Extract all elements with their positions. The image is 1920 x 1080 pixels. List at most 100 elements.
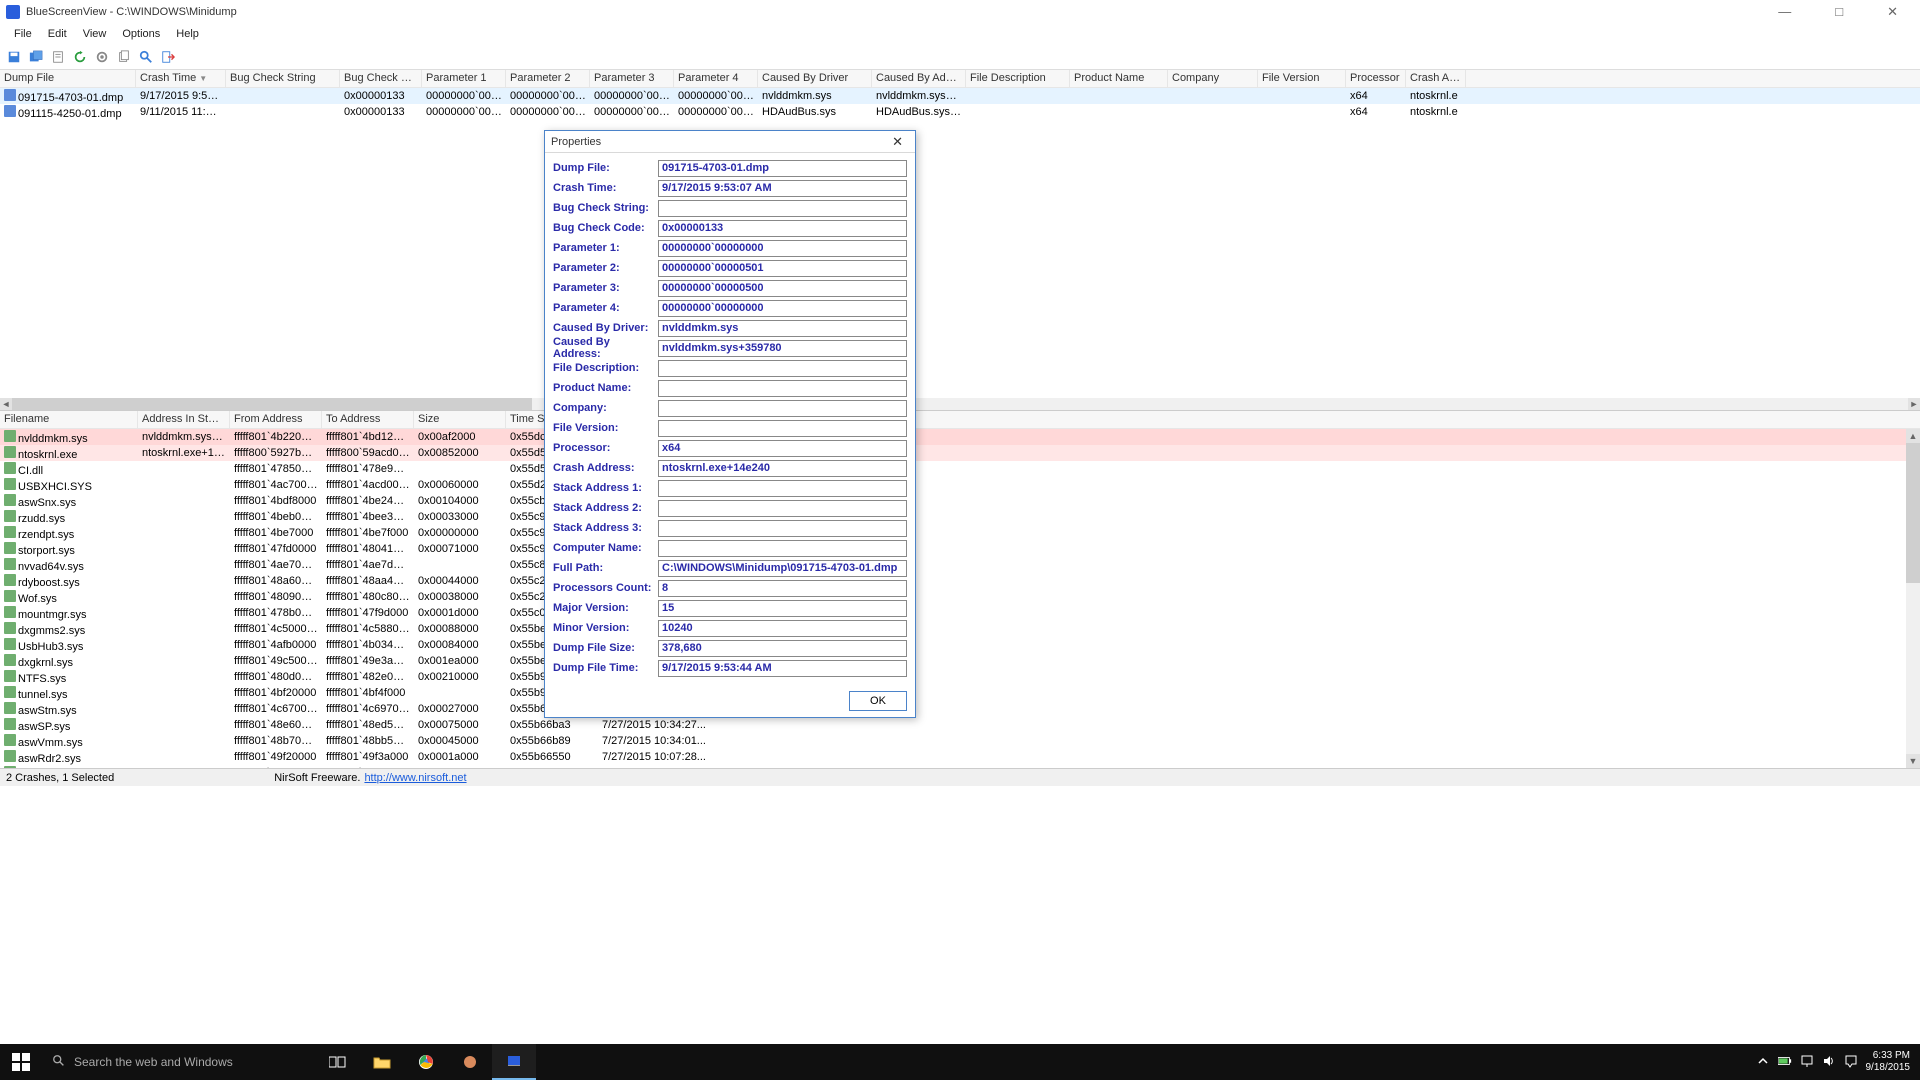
- property-value[interactable]: ntoskrnl.exe+14e240: [658, 460, 907, 477]
- property-value[interactable]: [658, 500, 907, 517]
- dump-list-header[interactable]: Dump FileCrash Time▼Bug Check StringBug …: [0, 70, 1920, 88]
- menu-options[interactable]: Options: [114, 26, 168, 42]
- table-row[interactable]: USBXHCI.SYSfffff801`4ac70000fffff801`4ac…: [0, 477, 1920, 493]
- column-header[interactable]: Dump File: [0, 70, 136, 87]
- column-header[interactable]: Address In Stack: [138, 411, 230, 428]
- table-row[interactable]: nvlddmkm.sysnvlddmkm.sys+35...fffff801`4…: [0, 429, 1920, 445]
- table-row[interactable]: rzendpt.sysfffff801`4be7000fffff801`4be7…: [0, 525, 1920, 541]
- property-value[interactable]: [658, 520, 907, 537]
- vertical-scrollbar[interactable]: ▲ ▼: [1906, 429, 1920, 768]
- toolbar-save-selected-icon[interactable]: [26, 47, 46, 67]
- menu-edit[interactable]: Edit: [40, 26, 75, 42]
- table-row[interactable]: aswSP.sysfffff801`48e60000fffff801`48ed5…: [0, 717, 1920, 733]
- dialog-close-icon[interactable]: ✕: [886, 134, 909, 150]
- column-header[interactable]: Parameter 4: [674, 70, 758, 87]
- table-row[interactable]: mountmgr.sysfffff801`478b0000fffff801`47…: [0, 605, 1920, 621]
- close-window-button[interactable]: ✕: [1879, 4, 1906, 20]
- column-header[interactable]: Filename: [0, 411, 138, 428]
- property-value[interactable]: [658, 400, 907, 417]
- column-header[interactable]: Bug Check String: [226, 70, 340, 87]
- taskbar-search[interactable]: Search the web and Windows: [42, 1047, 312, 1077]
- property-value[interactable]: [658, 380, 907, 397]
- property-value[interactable]: [658, 360, 907, 377]
- column-header[interactable]: Parameter 2: [506, 70, 590, 87]
- column-header[interactable]: Crash Add: [1406, 70, 1466, 87]
- column-header[interactable]: From Address: [230, 411, 322, 428]
- table-row[interactable]: rdyboost.sysfffff801`48a60000fffff801`48…: [0, 573, 1920, 589]
- ok-button[interactable]: OK: [849, 691, 907, 711]
- table-row[interactable]: aswRdr2.sysfffff801`49f20000fffff801`49f…: [0, 749, 1920, 765]
- column-header[interactable]: Bug Check Code: [340, 70, 422, 87]
- task-view-icon[interactable]: [316, 1044, 360, 1080]
- scroll-thumb[interactable]: [12, 398, 532, 410]
- table-row[interactable]: Wof.sysfffff801`48090000fffff801`480c800…: [0, 589, 1920, 605]
- scroll-down-icon[interactable]: ▼: [1906, 754, 1920, 768]
- file-explorer-icon[interactable]: [360, 1044, 404, 1080]
- property-value[interactable]: 378,680: [658, 640, 907, 657]
- column-header[interactable]: File Version: [1258, 70, 1346, 87]
- table-row[interactable]: dxgmms2.sysfffff801`4c500000fffff801`4c5…: [0, 621, 1920, 637]
- property-value[interactable]: 8: [658, 580, 907, 597]
- menu-help[interactable]: Help: [168, 26, 207, 42]
- column-header[interactable]: Company: [1168, 70, 1258, 87]
- property-value[interactable]: [658, 480, 907, 497]
- scroll-up-icon[interactable]: ▲: [1906, 429, 1920, 443]
- menu-view[interactable]: View: [75, 26, 115, 42]
- maximize-button[interactable]: □: [1827, 4, 1851, 20]
- column-header[interactable]: Product Name: [1070, 70, 1168, 87]
- toolbar-find-icon[interactable]: [136, 47, 156, 67]
- toolbar-refresh-icon[interactable]: [70, 47, 90, 67]
- property-value[interactable]: nvlddmkm.sys+359780: [658, 340, 907, 357]
- table-row[interactable]: 091715-4703-01.dmp9/17/2015 9:53:07 ...0…: [0, 88, 1920, 104]
- toolbar-copy-icon[interactable]: [114, 47, 134, 67]
- property-value[interactable]: [658, 200, 907, 217]
- property-value[interactable]: 15: [658, 600, 907, 617]
- column-header[interactable]: Caused By Address: [872, 70, 966, 87]
- column-header[interactable]: To Address: [322, 411, 414, 428]
- column-header[interactable]: Parameter 3: [590, 70, 674, 87]
- table-row[interactable]: nvvad64v.sysfffff801`4ae70000fffff801`4a…: [0, 557, 1920, 573]
- property-value[interactable]: 00000000`00000500: [658, 280, 907, 297]
- table-row[interactable]: tunnel.sysfffff801`4bf20000fffff801`4bf4…: [0, 685, 1920, 701]
- property-value[interactable]: 091715-4703-01.dmp: [658, 160, 907, 177]
- property-value[interactable]: nvlddmkm.sys: [658, 320, 907, 337]
- tray-battery-icon[interactable]: [1778, 1054, 1792, 1071]
- tray-network-icon[interactable]: [1800, 1054, 1814, 1071]
- horizontal-scrollbar[interactable]: ◄ ►: [0, 398, 1920, 410]
- table-row[interactable]: aswVmm.sysfffff801`48b70000fffff801`48bb…: [0, 733, 1920, 749]
- toolbar-properties-icon[interactable]: [48, 47, 68, 67]
- toolbar-save-icon[interactable]: [4, 47, 24, 67]
- taskbar-clock[interactable]: 6:33 PM 9/18/2015: [1866, 1050, 1911, 1074]
- table-row[interactable]: storport.sysfffff801`47fd0000fffff801`48…: [0, 541, 1920, 557]
- status-link[interactable]: http://www.nirsoft.net: [364, 772, 466, 784]
- property-value[interactable]: x64: [658, 440, 907, 457]
- toolbar-exit-icon[interactable]: [158, 47, 178, 67]
- property-value[interactable]: 10240: [658, 620, 907, 637]
- table-row[interactable]: rzudd.sysfffff801`4beb0000fffff801`4bee3…: [0, 509, 1920, 525]
- table-row[interactable]: aswHwid.sysfffff801`4c970000fffff801`4c9…: [0, 765, 1920, 768]
- start-button[interactable]: [0, 1044, 42, 1080]
- property-value[interactable]: 9/17/2015 9:53:44 AM: [658, 660, 907, 677]
- scroll-right-icon[interactable]: ►: [1908, 398, 1920, 410]
- table-row[interactable]: ntoskrnl.exentoskrnl.exe+166e20fffff800`…: [0, 445, 1920, 461]
- property-value[interactable]: 9/17/2015 9:53:07 AM: [658, 180, 907, 197]
- dialog-titlebar[interactable]: Properties ✕: [545, 131, 915, 153]
- toolbar-options-icon[interactable]: [92, 47, 112, 67]
- chrome-icon[interactable]: [404, 1044, 448, 1080]
- table-row[interactable]: CI.dllfffff801`47850000fffff801`478e9000…: [0, 461, 1920, 477]
- bluescreenview-taskbar-icon[interactable]: [492, 1044, 536, 1080]
- menu-file[interactable]: File: [6, 26, 40, 42]
- property-value[interactable]: 00000000`00000000: [658, 300, 907, 317]
- column-header[interactable]: Size: [414, 411, 506, 428]
- column-header[interactable]: File Description: [966, 70, 1070, 87]
- column-header[interactable]: Processor: [1346, 70, 1406, 87]
- property-value[interactable]: [658, 420, 907, 437]
- minimize-button[interactable]: —: [1770, 4, 1799, 20]
- app-icon-1[interactable]: [448, 1044, 492, 1080]
- tray-chevron-up-icon[interactable]: [1756, 1054, 1770, 1071]
- table-row[interactable]: aswSnx.sysfffff801`4bdf8000fffff801`4be2…: [0, 493, 1920, 509]
- scroll-track[interactable]: [1906, 443, 1920, 754]
- column-header[interactable]: Caused By Driver: [758, 70, 872, 87]
- column-header[interactable]: Parameter 1: [422, 70, 506, 87]
- property-value[interactable]: 00000000`00000000: [658, 240, 907, 257]
